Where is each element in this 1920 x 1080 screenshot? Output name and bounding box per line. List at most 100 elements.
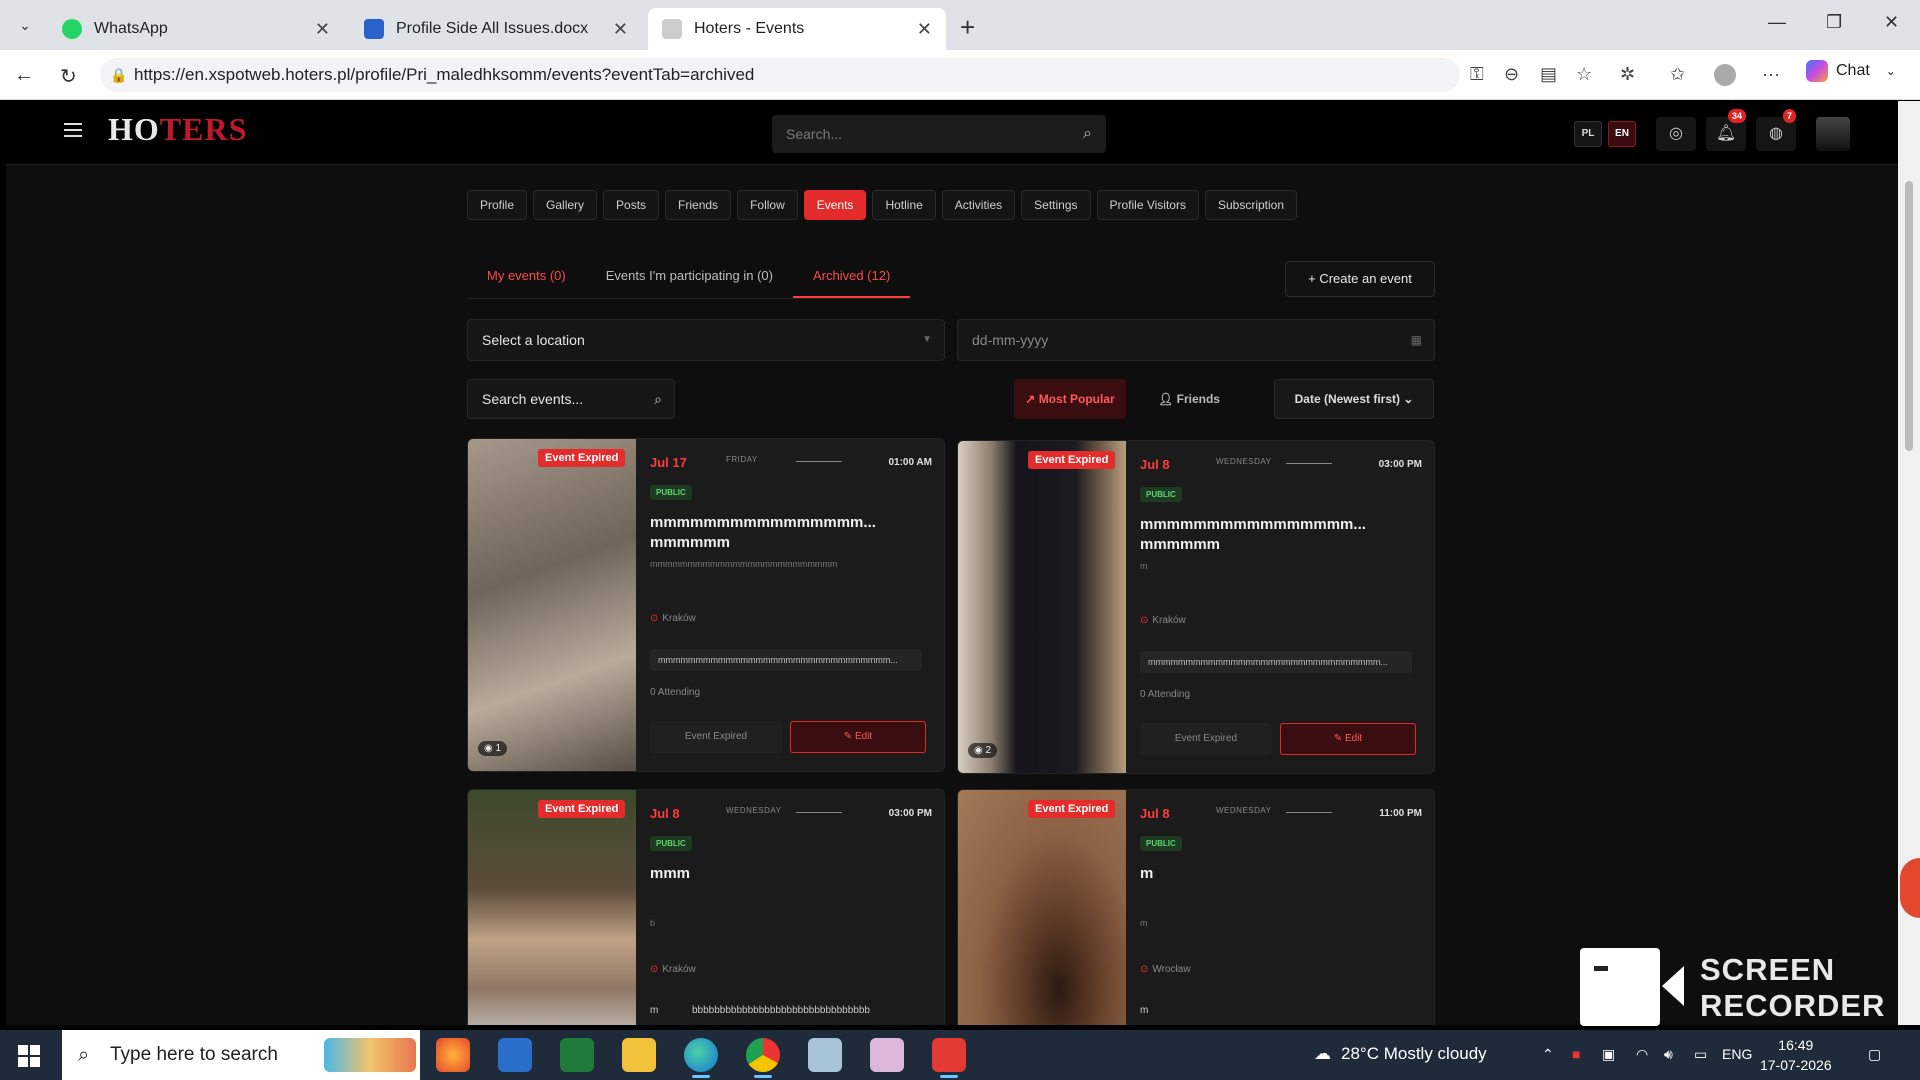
scroll-thumb[interactable] (1905, 181, 1913, 451)
browser-tab-docx[interactable]: Profile Side All Issues.docx ✕ (350, 8, 642, 50)
chat-bubble[interactable] (1900, 858, 1920, 918)
edge-icon[interactable] (684, 1038, 718, 1078)
chrome-icon[interactable] (746, 1038, 780, 1078)
search-icon[interactable]: ⌕ (1083, 115, 1092, 153)
tab-profile-visitors[interactable]: Profile Visitors (1096, 190, 1199, 220)
search-events-input[interactable]: Search events... ⌕ (467, 379, 675, 419)
friends-label: Friends (1176, 392, 1220, 406)
favorites-icon[interactable]: ✩ (1670, 64, 1685, 85)
cloud-icon: ☁ (1314, 1044, 1331, 1063)
tab-activities[interactable]: Activities (941, 190, 1016, 220)
notification-bell-button[interactable]: 🔔︎ 34 (1706, 109, 1746, 151)
tab-follow[interactable]: Follow (737, 190, 798, 220)
event-location: ⊙ Kraków (650, 964, 696, 975)
taskbar-search[interactable]: ⌕ Type here to search (62, 1030, 420, 1080)
search-icon[interactable]: ⌕ (654, 380, 662, 418)
location-pin-icon: ⊙ (650, 613, 659, 624)
volume-icon[interactable]: 🔊︎ (1664, 1046, 1673, 1063)
tab-friends[interactable]: Friends (665, 190, 732, 220)
favorite-star-icon[interactable]: ☆ (1576, 64, 1592, 85)
tab-subscription[interactable]: Subscription (1204, 190, 1298, 220)
extensions-icon[interactable]: ✲ (1620, 64, 1635, 85)
event-title[interactable]: mmmmmmmmmmmmmmmm... mmmmmm (650, 513, 920, 553)
create-event-button[interactable]: + Create an event (1285, 261, 1435, 297)
edit-icon: ✎ (1333, 733, 1345, 744)
divider (796, 812, 842, 813)
date-input[interactable]: dd-mm-yyyy ▦ (957, 319, 1435, 361)
firefox-icon[interactable] (436, 1038, 470, 1072)
edit-button[interactable]: ✎ Edit (1280, 723, 1416, 755)
tab-hotline[interactable]: Hotline (872, 190, 936, 220)
reader-icon[interactable]: ▤ (1540, 64, 1557, 85)
windows-start-icon[interactable] (18, 1045, 40, 1067)
hoters-logo[interactable]: HOTERS (108, 111, 247, 148)
browser-tab-whatsapp[interactable]: WhatsApp ✕ (48, 8, 344, 50)
tab-participating[interactable]: Events I'm participating in (0) (586, 261, 793, 298)
close-window-button[interactable]: ✕ (1884, 12, 1899, 33)
network-icon[interactable]: ◠ (1636, 1046, 1648, 1063)
url-field[interactable]: 🔒 https://en.xspotweb.hoters.pl/profile/… (100, 58, 1460, 92)
event-title[interactable]: mmm (650, 864, 920, 884)
file-explorer-icon[interactable] (622, 1038, 656, 1072)
tab-events[interactable]: Events (803, 190, 867, 220)
event-card[interactable]: Event Expired ◉ 1 Jul 17 FRIDAY 01:00 AM… (467, 438, 945, 772)
vs-icon[interactable] (560, 1038, 594, 1072)
close-icon[interactable]: ✕ (613, 19, 628, 40)
most-popular-button[interactable]: ↗ Most Popular (1014, 379, 1126, 419)
outlook-icon[interactable] (498, 1038, 532, 1072)
paint-icon[interactable] (870, 1038, 904, 1072)
location-select[interactable]: Select a location ▼ (467, 319, 945, 361)
site-search-input[interactable]: Search... ⌕ (772, 115, 1106, 153)
close-icon[interactable]: ✕ (917, 19, 932, 40)
calendar-icon[interactable]: ▦ (1411, 320, 1422, 360)
new-tab-button[interactable]: + (960, 12, 975, 43)
lang-pl-button[interactable]: PL (1574, 121, 1602, 147)
location-pin-icon: ⊙ (650, 964, 659, 975)
clock[interactable]: 16:49 17-07-2026 (1760, 1035, 1832, 1075)
tab-posts[interactable]: Posts (603, 190, 660, 220)
meet-icon[interactable]: ▣ (1602, 1046, 1615, 1063)
more-icon[interactable]: ··· (1762, 64, 1780, 85)
close-icon[interactable]: ✕ (315, 19, 330, 40)
weather-widget[interactable]: ☁ 28°C Mostly cloudy (1314, 1044, 1487, 1064)
event-card[interactable]: Event Expired Jul 8 WEDNESDAY 03:00 PM P… (467, 789, 945, 1025)
copilot-icon (1806, 60, 1828, 82)
record-icon[interactable]: ■ (1572, 1046, 1580, 1062)
tab-settings[interactable]: Settings (1021, 190, 1091, 220)
browser-tab-hoters[interactable]: Hoters - Events ✕ (648, 8, 946, 50)
chevron-up-icon[interactable]: ⌃ (1542, 1046, 1554, 1063)
avatar[interactable] (1816, 117, 1850, 151)
event-card[interactable]: Event Expired ◉ 2 Jul 8 WEDNESDAY 03:00 … (957, 440, 1435, 774)
reload-icon[interactable]: ↻ (60, 64, 77, 89)
event-title[interactable]: mmmmmmmmmmmmmmmm... mmmmmm (1140, 515, 1410, 555)
event-location: ⊙ Kraków (650, 613, 696, 624)
battery-icon[interactable]: ▭ (1694, 1046, 1707, 1063)
tab-my-events[interactable]: My events (0) (467, 261, 586, 298)
location-placeholder: Select a location (482, 332, 585, 348)
camera-icon[interactable]: ◎ (1656, 117, 1696, 151)
menu-icon[interactable] (64, 123, 82, 137)
key-icon[interactable]: ⚿ (1470, 64, 1484, 85)
friends-filter-button[interactable]: 👤︎ Friends (1130, 379, 1248, 419)
back-icon[interactable]: ← (14, 64, 34, 87)
notifications-icon[interactable]: ▢ (1868, 1046, 1881, 1063)
event-time: 03:00 PM (1378, 459, 1422, 470)
messenger-button[interactable]: ◍ 7 (1756, 109, 1796, 151)
app-icon[interactable] (808, 1038, 842, 1072)
tab-profile[interactable]: Profile (467, 190, 528, 220)
recorder-app-icon[interactable] (932, 1038, 966, 1078)
lang-en-button[interactable]: EN (1608, 121, 1636, 147)
tab-list-dropdown[interactable]: ⌄ (10, 12, 40, 38)
zoom-icon[interactable]: ⊖ (1504, 64, 1519, 85)
tab-archived[interactable]: Archived (12) (792, 261, 911, 298)
chat-button[interactable]: Chat ⌄ (1806, 60, 1896, 82)
restore-button[interactable]: ❐ (1826, 12, 1842, 33)
language-indicator[interactable]: ENG (1722, 1046, 1752, 1062)
profile-icon[interactable] (1714, 64, 1736, 86)
edit-button[interactable]: ✎ Edit (790, 721, 926, 753)
event-title[interactable]: m (1140, 864, 1410, 884)
tab-gallery[interactable]: Gallery (533, 190, 598, 220)
sort-select[interactable]: Date (Newest first) ⌄ (1274, 379, 1434, 419)
event-card[interactable]: Event Expired Jul 8 WEDNESDAY 11:00 PM P… (957, 789, 1435, 1025)
minimize-button[interactable]: — (1768, 12, 1786, 33)
